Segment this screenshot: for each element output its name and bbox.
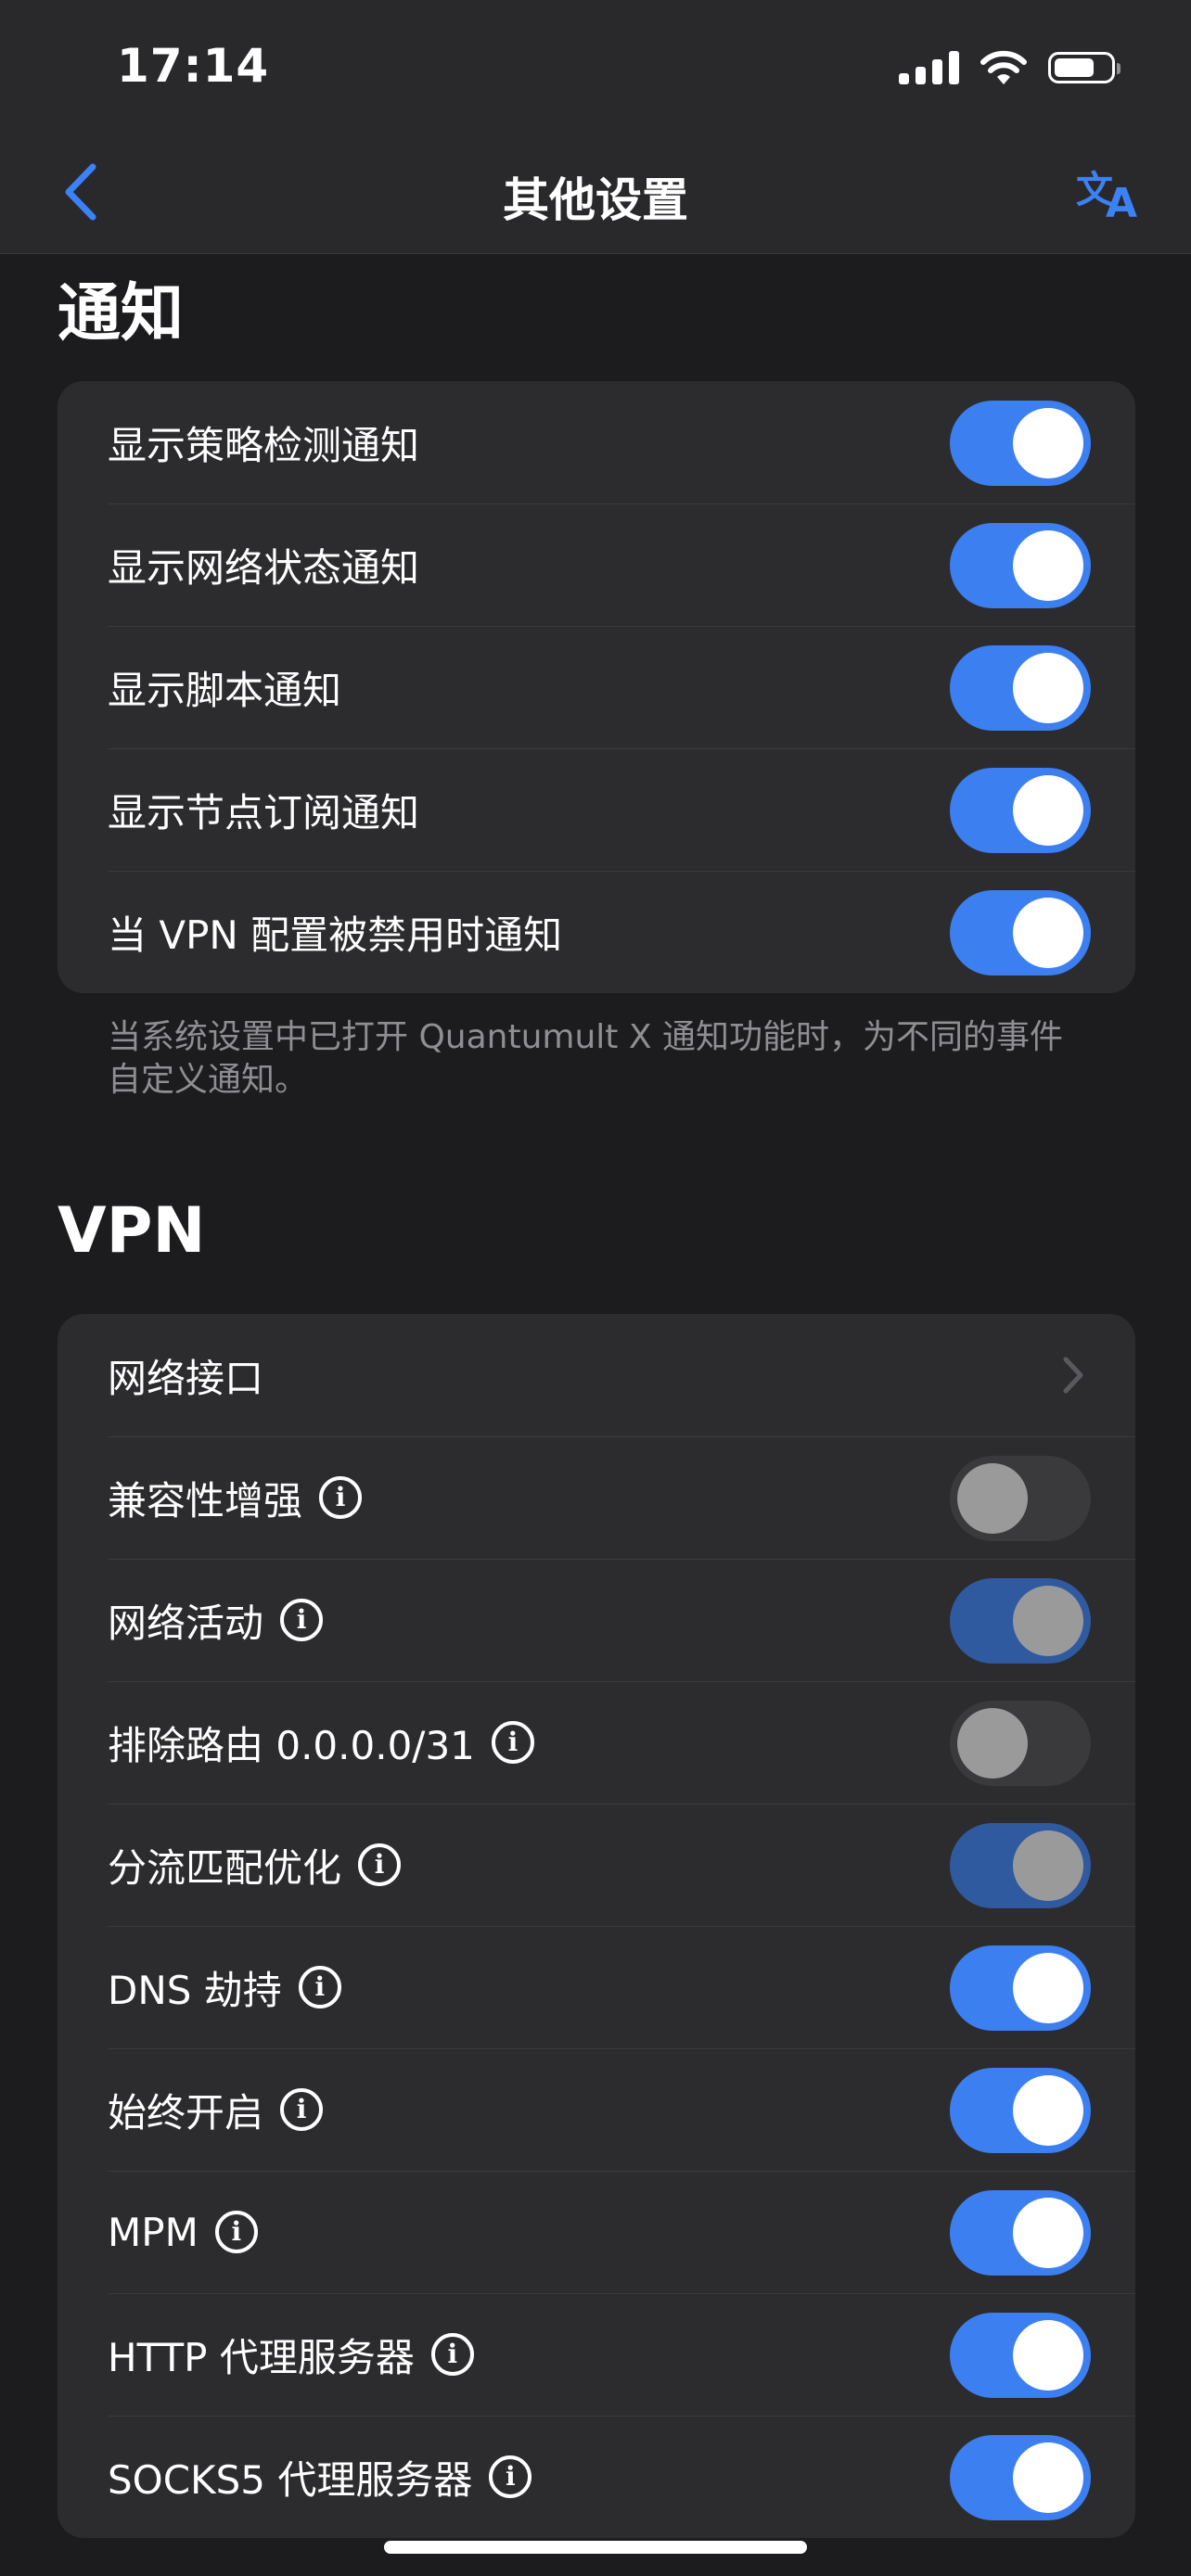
settings-row: MPM i (58, 2171, 1135, 2293)
row-label: 兼容性增强 i (108, 1470, 363, 1526)
settings-row: 排除路由 0.0.0.0/31 i (58, 1681, 1135, 1804)
translate-icon[interactable]: 文A (1069, 159, 1143, 227)
row-label-text: SOCKS5 代理服务器 (108, 2456, 473, 2503)
home-indicator (384, 2541, 807, 2554)
toggle-switch[interactable] (950, 2435, 1091, 2520)
settings-row: 显示策略检测通知 (58, 381, 1135, 504)
row-label: DNS 劫持 i (108, 1959, 341, 2016)
row-label: 显示节点订阅通知 (108, 789, 420, 835)
settings-row: 始终开启 i (58, 2048, 1135, 2171)
toggle-switch[interactable] (950, 1456, 1091, 1541)
info-icon[interactable]: i (430, 2333, 474, 2376)
row-label: 网络接口 (108, 1355, 264, 1401)
row-label: 分流匹配优化 i (108, 1837, 402, 1894)
settings-row: 兼容性增强 i (58, 1436, 1135, 1559)
row-label-text: HTTP 代理服务器 (108, 2334, 415, 2380)
row-label-text: 分流匹配优化 (108, 1844, 342, 1891)
top-bar: 17:14 其他设置 文A (0, 0, 1191, 254)
toggle-switch[interactable] (950, 1578, 1091, 1664)
status-icons (899, 45, 1121, 91)
toggle-switch[interactable] (950, 768, 1091, 853)
settings-row: 显示网络状态通知 (58, 504, 1135, 626)
settings-row: 显示节点订阅通知 (58, 748, 1135, 871)
info-icon[interactable]: i (491, 1721, 534, 1764)
toggle-switch[interactable] (950, 1823, 1091, 1908)
toggle-switch[interactable] (950, 2313, 1091, 2398)
row-label-text: DNS 劫持 (108, 1967, 282, 2013)
toggle-switch[interactable] (950, 2190, 1091, 2276)
row-label: 当 VPN 配置被禁用时通知 (108, 912, 563, 958)
toggle-switch[interactable] (950, 890, 1091, 976)
row-label-text: 网络活动 (108, 1600, 264, 1646)
row-label: SOCKS5 代理服务器 i (108, 2449, 532, 2506)
settings-row: 网络活动 i (58, 1559, 1135, 1681)
row-label: MPM i (108, 2210, 258, 2255)
info-icon[interactable]: i (358, 1843, 402, 1886)
settings-row-network-interface[interactable]: 网络接口 (58, 1314, 1135, 1436)
info-icon[interactable]: i (319, 1476, 363, 1519)
info-icon[interactable]: i (280, 2088, 324, 2131)
row-label: 显示策略检测通知 (108, 422, 420, 468)
row-label-text: 排除路由 0.0.0.0/31 (108, 1722, 475, 1768)
row-label-text: 始终开启 (108, 2089, 264, 2136)
wifi-icon (980, 50, 1027, 84)
row-label: 显示网络状态通知 (108, 544, 420, 591)
info-icon[interactable]: i (298, 1966, 341, 2009)
row-label: 始终开启 i (108, 2082, 324, 2138)
page-title: 其他设置 (503, 173, 688, 227)
status-time: 17:14 (117, 39, 270, 93)
settings-row: SOCKS5 代理服务器 i (58, 2416, 1135, 2538)
notifications-card: 显示策略检测通知 显示网络状态通知 显示脚本通知 显示节点订阅通知 当 VPN … (58, 381, 1135, 993)
section-title-vpn: VPN (58, 1194, 206, 1268)
row-label: HTTP 代理服务器 i (108, 2327, 474, 2383)
section-title-notifications: 通知 (58, 277, 185, 351)
row-label-text: MPM (108, 2209, 198, 2255)
settings-row: HTTP 代理服务器 i (58, 2293, 1135, 2416)
toggle-switch[interactable] (950, 401, 1091, 486)
info-icon[interactable]: i (280, 1599, 324, 1641)
vpn-card: 网络接口 兼容性增强 i 网络活动 i 排除路由 0.0.0.0/31 i 分流匹配优… (58, 1314, 1135, 2538)
settings-row: 分流匹配优化 i (58, 1804, 1135, 1926)
notifications-footnote: 当系统设置中已打开 Quantumult X 通知功能时，为不同的事件自定义通知… (108, 1018, 1063, 1099)
toggle-switch[interactable] (950, 1945, 1091, 2031)
toggle-switch[interactable] (950, 2068, 1091, 2153)
info-icon[interactable]: i (214, 2211, 258, 2253)
row-label: 显示脚本通知 (108, 667, 342, 713)
row-label: 排除路由 0.0.0.0/31 i (108, 1715, 534, 1771)
battery-icon (1048, 52, 1121, 83)
info-icon[interactable]: i (489, 2455, 532, 2498)
row-label: 网络活动 i (108, 1592, 324, 1649)
settings-row: 当 VPN 配置被禁用时通知 (58, 871, 1135, 993)
settings-row: DNS 劫持 i (58, 1926, 1135, 2048)
chevron-right-icon (1063, 1357, 1083, 1394)
settings-row: 显示脚本通知 (58, 626, 1135, 748)
toggle-switch[interactable] (950, 523, 1091, 608)
toggle-switch[interactable] (950, 645, 1091, 731)
row-label-text: 兼容性增强 (108, 1477, 303, 1524)
toggle-switch[interactable] (950, 1701, 1091, 1786)
cellular-signal-icon (899, 51, 959, 84)
